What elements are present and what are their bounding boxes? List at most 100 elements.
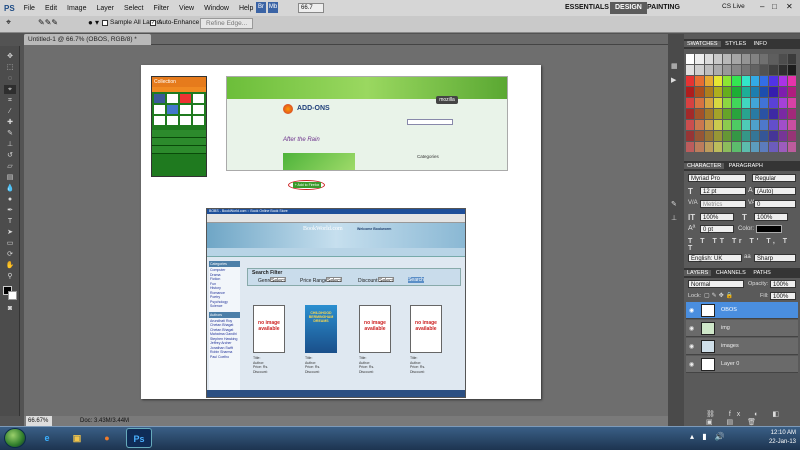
swatch-cell[interactable]: [695, 109, 704, 119]
swatch-cell[interactable]: [778, 65, 787, 75]
swatch-cell[interactable]: [732, 76, 741, 86]
brush-mode-icons[interactable]: ✎✎✎: [38, 18, 58, 27]
document-canvas[interactable]: Collection mozilla ADD-ONS After the Rai…: [141, 65, 541, 399]
photoshop-taskbar-icon[interactable]: Ps: [126, 428, 152, 448]
swatch-cell[interactable]: [713, 142, 722, 152]
swatch-cell[interactable]: [760, 131, 769, 141]
close-icon[interactable]: ✕: [786, 2, 793, 11]
layer-row-img[interactable]: ◉ img: [686, 320, 798, 337]
swatch-cell[interactable]: [704, 65, 713, 75]
document-tab[interactable]: Untitled-1 @ 66.7% (OBOS, RGB/8) *: [24, 34, 151, 45]
leading-field[interactable]: (Auto): [754, 187, 796, 195]
swatch-cell[interactable]: [686, 120, 695, 130]
blend-mode-select[interactable]: Normal: [688, 280, 744, 288]
swatch-cell[interactable]: [723, 131, 732, 141]
workspace-essentials[interactable]: ESSENTIALS: [560, 2, 614, 14]
swatch-cell[interactable]: [760, 65, 769, 75]
swatch-cell[interactable]: [750, 120, 759, 130]
type-tool-icon[interactable]: T: [4, 217, 16, 226]
swatch-cell[interactable]: [723, 54, 732, 64]
swatch-cell[interactable]: [732, 87, 741, 97]
quick-selection-tool-icon[interactable]: ⌖: [4, 85, 16, 94]
menu-layer[interactable]: Layer: [91, 5, 119, 12]
healing-brush-tool-icon[interactable]: ✚: [4, 118, 16, 127]
swatch-cell[interactable]: [713, 109, 722, 119]
minimize-icon[interactable]: –: [760, 2, 764, 11]
swatch-cell[interactable]: [769, 54, 778, 64]
swatch-cell[interactable]: [723, 65, 732, 75]
blur-tool-icon[interactable]: 💧: [4, 184, 16, 193]
tab-swatches[interactable]: SWATCHES: [684, 41, 721, 47]
bridge-icon[interactable]: Br: [256, 2, 266, 13]
swatch-cell[interactable]: [695, 76, 704, 86]
swatch-cell[interactable]: [695, 65, 704, 75]
firefox-icon[interactable]: ●: [94, 428, 120, 448]
swatch-cell[interactable]: [760, 87, 769, 97]
swatch-cell[interactable]: [723, 76, 732, 86]
shape-tool-icon[interactable]: ▭: [4, 239, 16, 248]
pen-tool-icon[interactable]: ✒: [4, 206, 16, 215]
menu-select[interactable]: Select: [119, 5, 148, 12]
swatch-cell[interactable]: [787, 109, 796, 119]
swatch-cell[interactable]: [713, 98, 722, 108]
swatch-cell[interactable]: [741, 87, 750, 97]
refine-edge-button[interactable]: Refine Edge...: [200, 18, 254, 29]
zoom-readout[interactable]: 66.67%: [26, 416, 52, 426]
swatch-cell[interactable]: [787, 65, 796, 75]
actions-icon[interactable]: ▶: [671, 76, 681, 85]
swatch-cell[interactable]: [695, 142, 704, 152]
zoom-tool-icon[interactable]: ⚲: [4, 272, 16, 281]
swatch-cell[interactable]: [778, 98, 787, 108]
tab-character[interactable]: CHARACTER: [684, 163, 725, 169]
swatch-cell[interactable]: [787, 142, 796, 152]
tab-info[interactable]: INFO: [751, 41, 770, 47]
mini-bridge-icon[interactable]: Mb: [268, 2, 278, 13]
swatch-cell[interactable]: [741, 131, 750, 141]
layer-panel-footer-icons[interactable]: ⛓ fx ◐ ◧ ▣ ▤ 🗑: [686, 410, 798, 426]
swatch-cell[interactable]: [769, 120, 778, 130]
layer-row-obos[interactable]: ◉ OBOS: [686, 302, 798, 319]
swatch-cell[interactable]: [778, 131, 787, 141]
visibility-eye-icon[interactable]: ◉: [689, 343, 694, 350]
swatch-cell[interactable]: [787, 98, 796, 108]
swatch-cell[interactable]: [769, 131, 778, 141]
zoom-level-box[interactable]: 66.7: [298, 3, 324, 13]
swatch-cell[interactable]: [787, 54, 796, 64]
swatch-cell[interactable]: [732, 65, 741, 75]
swatch-cell[interactable]: [741, 54, 750, 64]
swatch-cell[interactable]: [704, 87, 713, 97]
visibility-eye-icon[interactable]: ◉: [689, 361, 694, 368]
swatch-cell[interactable]: [769, 109, 778, 119]
swatch-cell[interactable]: [760, 109, 769, 119]
hand-tool-icon[interactable]: ✋: [4, 261, 16, 270]
swatch-cell[interactable]: [713, 120, 722, 130]
swatch-cell[interactable]: [741, 120, 750, 130]
eraser-tool-icon[interactable]: ▱: [4, 162, 16, 171]
language-select[interactable]: English: UK: [688, 254, 742, 262]
swatch-cell[interactable]: [750, 98, 759, 108]
swatch-cell[interactable]: [686, 87, 695, 97]
move-tool-icon[interactable]: ✥: [4, 52, 16, 61]
visibility-eye-icon[interactable]: ◉: [689, 307, 694, 314]
start-button-icon[interactable]: [4, 428, 26, 448]
eyedropper-tool-icon[interactable]: ⁄: [4, 107, 16, 116]
swatch-cell[interactable]: [769, 142, 778, 152]
swatch-cell[interactable]: [787, 76, 796, 86]
brush-tool-icon[interactable]: ✎: [4, 129, 16, 138]
swatch-cell[interactable]: [713, 65, 722, 75]
swatch-cell[interactable]: [787, 131, 796, 141]
fill-field[interactable]: 100%: [770, 292, 796, 300]
swatch-cell[interactable]: [750, 87, 759, 97]
swatch-cell[interactable]: [741, 109, 750, 119]
menu-file[interactable]: File: [19, 5, 40, 12]
internet-explorer-icon[interactable]: e: [34, 428, 60, 448]
swatch-cell[interactable]: [713, 131, 722, 141]
swatch-cell[interactable]: [778, 120, 787, 130]
swatch-cell[interactable]: [704, 109, 713, 119]
workspace-painting[interactable]: PAINTING: [642, 2, 685, 14]
swatch-cell[interactable]: [732, 120, 741, 130]
swatch-cell[interactable]: [723, 98, 732, 108]
tracking-field[interactable]: 0: [754, 200, 796, 208]
brush-size-icon[interactable]: ● ▾: [88, 18, 99, 27]
swatch-cell[interactable]: [769, 76, 778, 86]
